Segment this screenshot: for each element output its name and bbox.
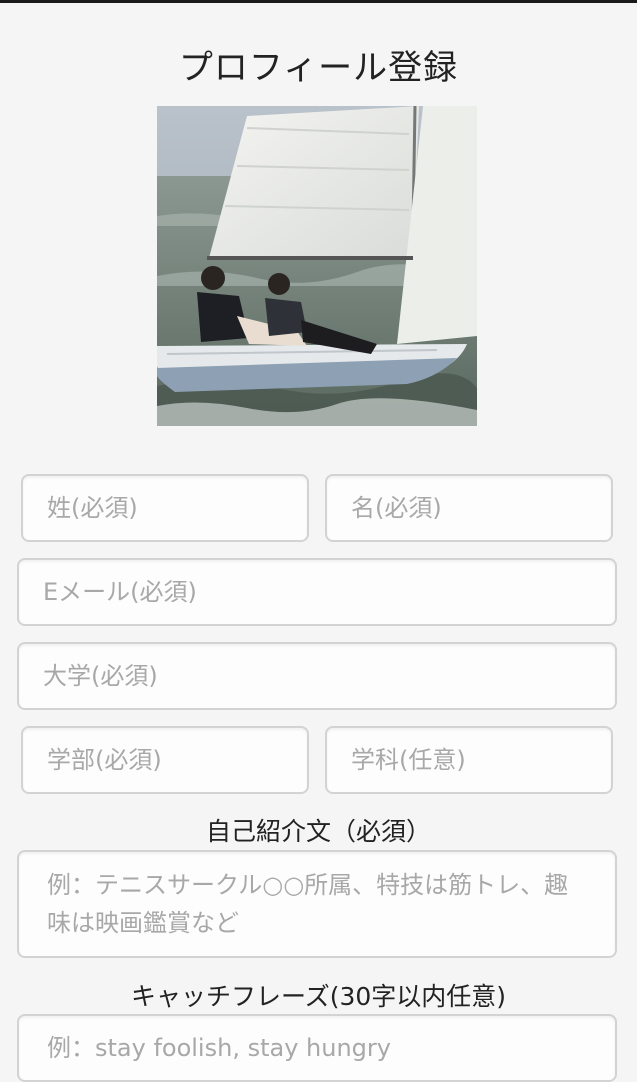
university-input[interactable] [17,642,617,710]
page-title: プロフィール登録 [178,48,459,88]
intro-textarea[interactable] [17,850,617,958]
last-name-input[interactable] [21,474,309,542]
catchphrase-label: キャッチフレーズ(30字以内任意) [130,982,507,1011]
profile-photo[interactable] [157,106,477,426]
first-name-input[interactable] [325,474,613,542]
top-status-bar-edge [0,0,637,3]
intro-label: 自己紹介文（必須） [205,817,431,846]
email-input[interactable] [17,558,617,626]
faculty-input[interactable] [21,726,309,794]
department-input[interactable] [325,726,613,794]
profile-photo-image [157,106,477,426]
catchphrase-input[interactable] [17,1014,617,1082]
